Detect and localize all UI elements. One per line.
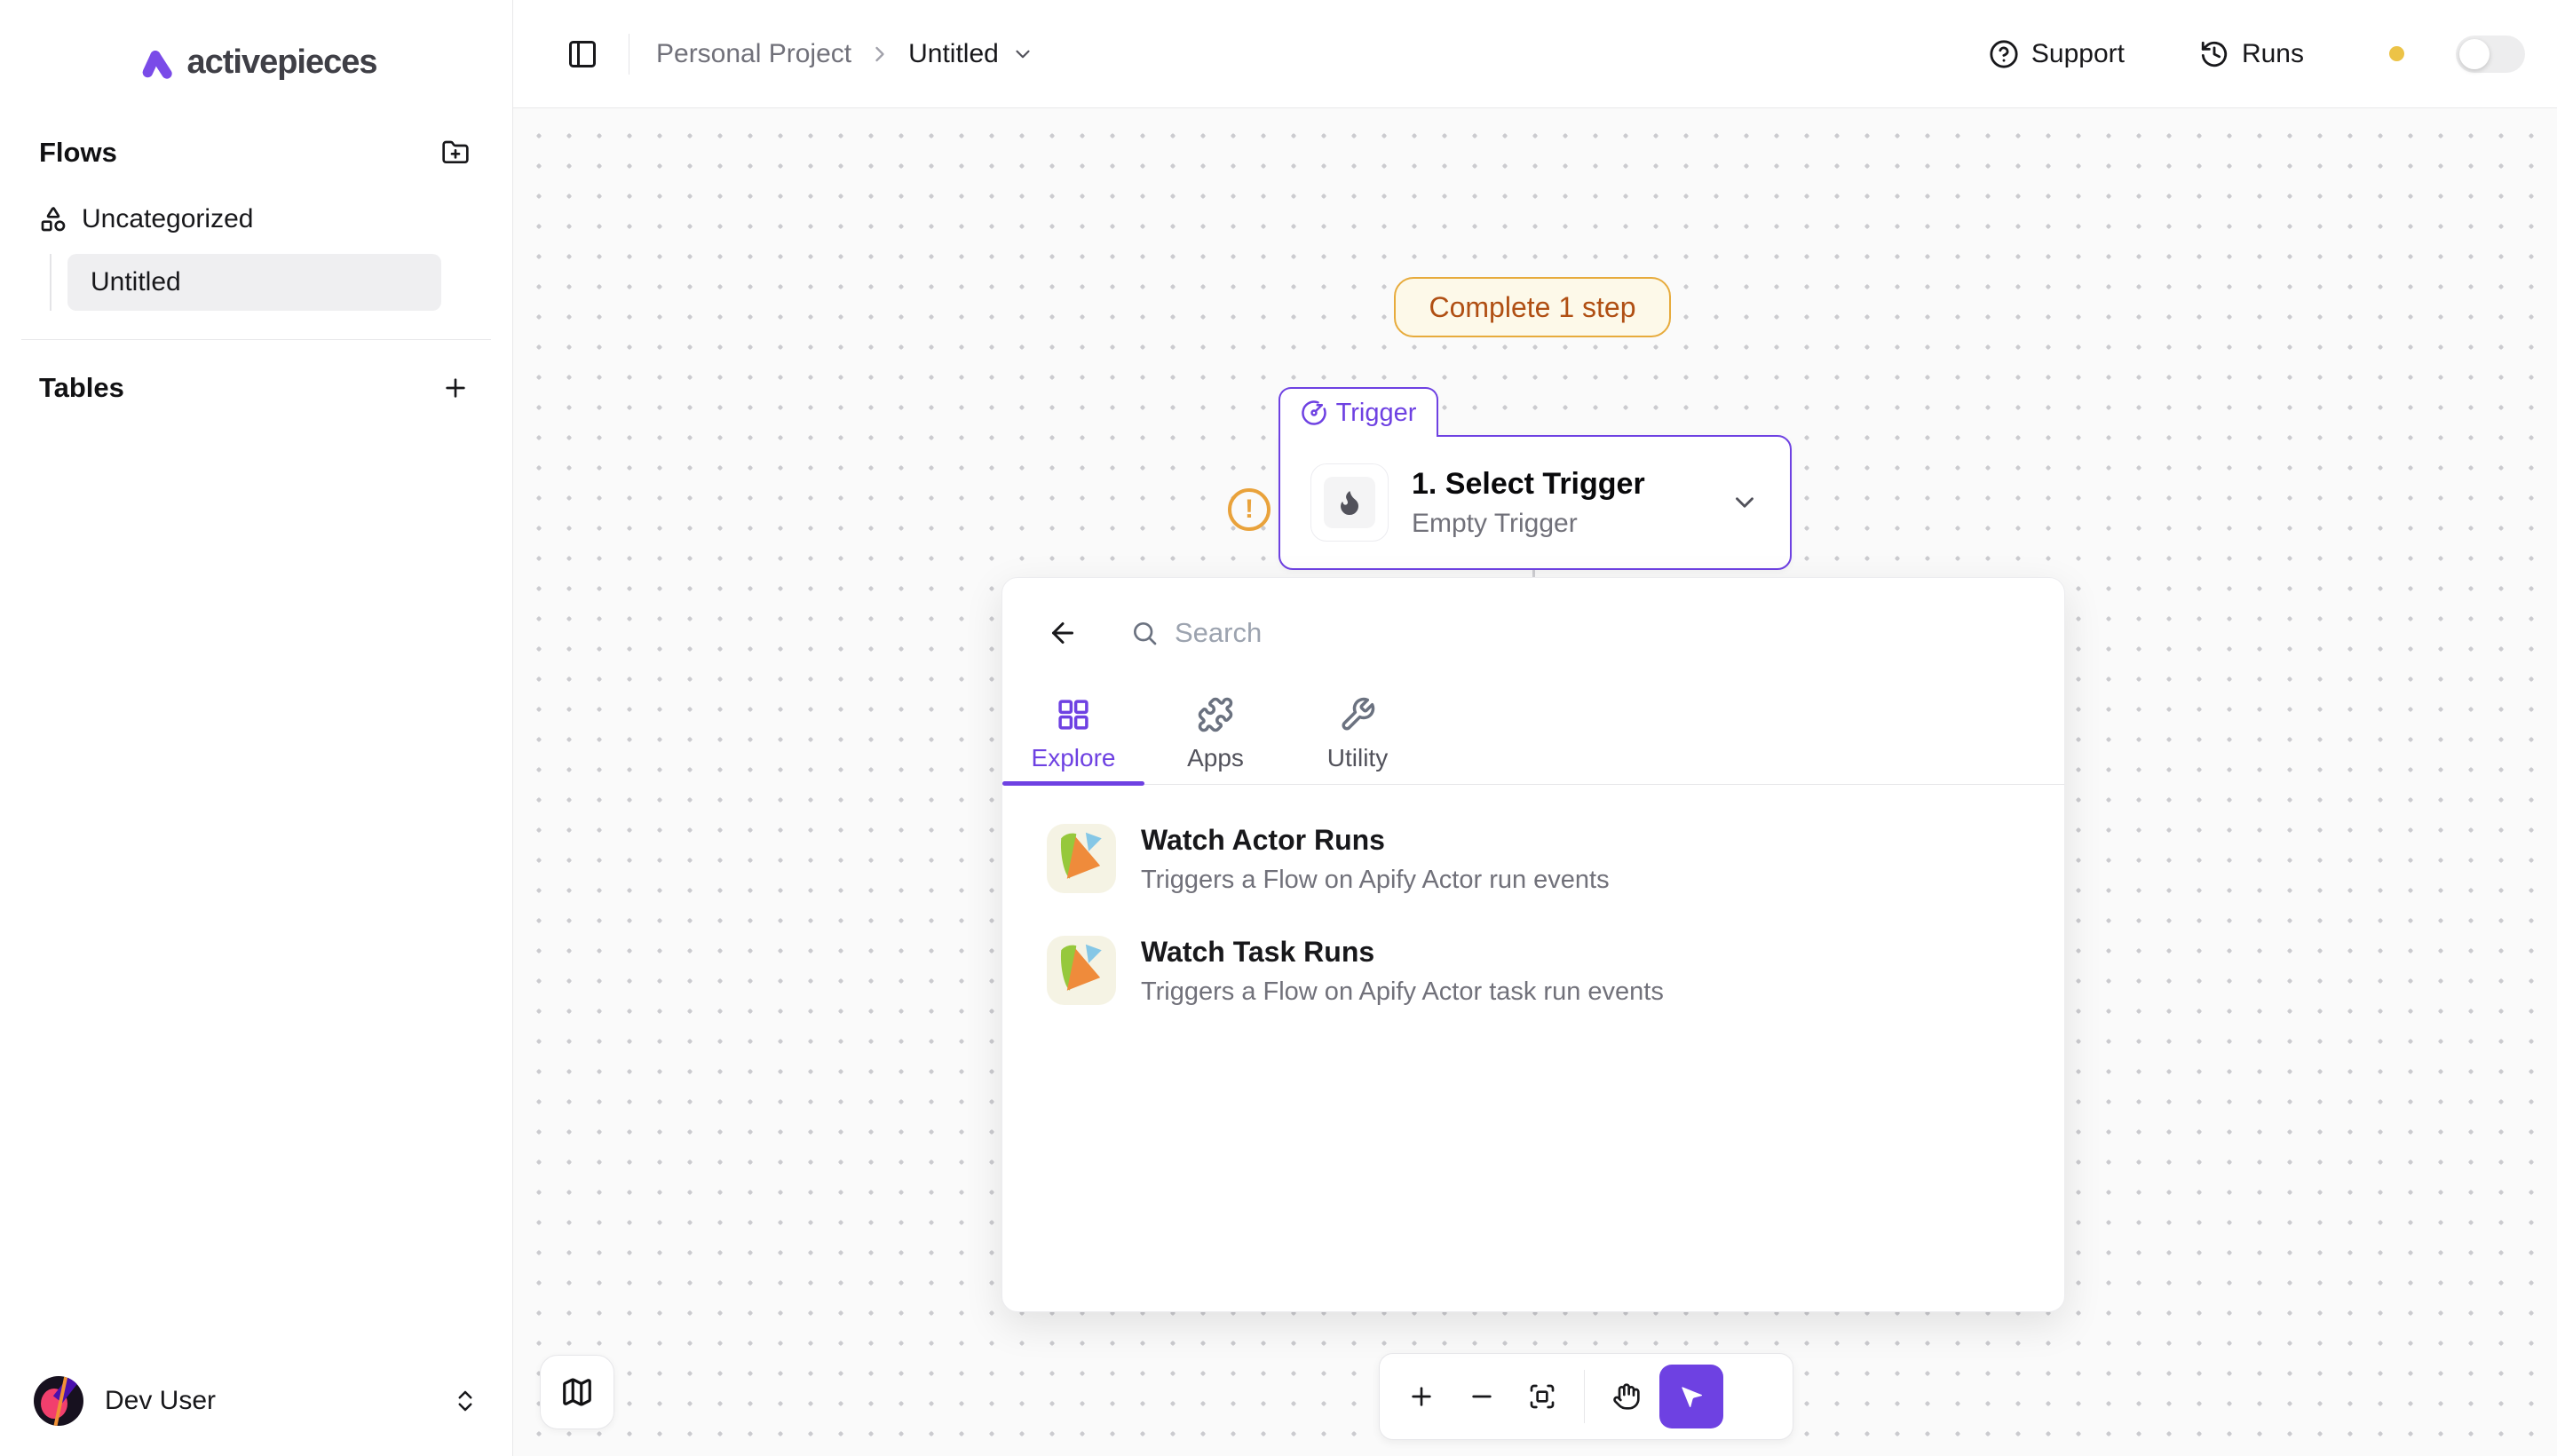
user-menu[interactable]: Dev User <box>25 1367 487 1435</box>
breadcrumb-flow-name[interactable]: Untitled <box>908 39 999 69</box>
folder-label: Uncategorized <box>82 204 253 234</box>
arrow-left-icon <box>1047 617 1079 649</box>
support-label: Support <box>2031 39 2125 69</box>
warning-badge: ! <box>1228 488 1271 531</box>
toggle-knob <box>2459 39 2490 69</box>
fit-view-icon <box>1528 1382 1556 1411</box>
sidebar-item-flow-untitled[interactable]: Untitled <box>67 254 441 311</box>
sidebar: activepieces Flows Uncategorized Untitle… <box>0 0 513 1456</box>
tab-apps[interactable]: Apps <box>1144 684 1286 784</box>
list-item-watch-task-runs[interactable]: Watch Task Runs Triggers a Flow on Apify… <box>1038 922 2029 1021</box>
pan-tool-button[interactable] <box>1599 1369 1654 1424</box>
zoom-in-button[interactable] <box>1394 1369 1449 1424</box>
sidebar-divider <box>21 339 491 340</box>
select-tool-button[interactable] <box>1659 1365 1723 1428</box>
draft-status-dot <box>2389 46 2404 61</box>
tab-apps-label: Apps <box>1187 744 1244 772</box>
plus-icon <box>441 374 470 402</box>
panel-left-icon <box>566 38 598 70</box>
support-button[interactable]: Support <box>1989 39 2125 69</box>
gauge-icon <box>1301 400 1327 426</box>
flows-heading: Flows <box>39 137 117 169</box>
app-logo: activepieces <box>0 36 512 89</box>
history-icon <box>2199 39 2229 69</box>
piece-title: Watch Task Runs <box>1141 936 1664 969</box>
apify-logo-icon <box>1047 824 1116 893</box>
sidebar-item-uncategorized[interactable]: Uncategorized <box>0 199 512 240</box>
breadcrumb: Personal Project Untitled <box>656 39 1034 69</box>
toolbar-divider <box>1584 1370 1585 1423</box>
canvas-toolbar <box>1379 1353 1793 1440</box>
flow-enabled-toggle[interactable] <box>2456 36 2525 73</box>
minus-icon <box>1468 1382 1496 1411</box>
list-item-watch-actor-runs[interactable]: Watch Actor Runs Triggers a Flow on Apif… <box>1038 810 2029 909</box>
piece-description: Triggers a Flow on Apify Actor task run … <box>1141 977 1664 1007</box>
chevron-down-icon[interactable] <box>1011 43 1034 66</box>
cursor-icon <box>1677 1382 1706 1411</box>
chevrons-up-down-icon <box>452 1388 479 1414</box>
complete-step-badge[interactable]: Complete 1 step <box>1394 277 1671 337</box>
fit-view-button[interactable] <box>1515 1369 1570 1424</box>
wrench-icon <box>1339 696 1376 733</box>
piece-title: Watch Actor Runs <box>1141 824 1610 857</box>
activepieces-mark-icon <box>135 42 176 83</box>
step-icon-frame <box>1310 463 1389 542</box>
tab-explore-label: Explore <box>1032 744 1116 772</box>
breadcrumb-project[interactable]: Personal Project <box>656 39 851 69</box>
trigger-step-node[interactable]: 1. Select Trigger Empty Trigger <box>1278 435 1792 570</box>
map-icon <box>560 1375 594 1409</box>
flow-canvas[interactable]: Complete 1 step Trigger ! 1. Select Trig… <box>513 108 2557 1456</box>
new-folder-button[interactable] <box>438 135 473 170</box>
piece-description: Triggers a Flow on Apify Actor run event… <box>1141 866 1610 895</box>
apify-logo-icon <box>1047 936 1116 1005</box>
tables-heading: Tables <box>39 372 124 404</box>
exclamation-glyph: ! <box>1245 495 1254 525</box>
chevron-right-icon <box>867 42 892 67</box>
shapes-icon <box>39 205 67 233</box>
grid-icon <box>1055 696 1092 733</box>
add-table-button[interactable] <box>438 370 473 406</box>
flame-icon <box>1324 477 1375 528</box>
toggle-sidebar-button[interactable] <box>563 35 602 74</box>
folder-plus-icon <box>441 138 470 167</box>
help-circle-icon <box>1989 39 2019 69</box>
step-title: 1. Select Trigger <box>1412 467 1645 502</box>
user-name: Dev User <box>105 1386 216 1416</box>
popup-tabs: Explore Apps Utility <box>1002 684 2064 785</box>
plus-icon <box>1407 1382 1436 1411</box>
chevron-down-icon[interactable] <box>1730 487 1760 518</box>
avatar <box>34 1376 83 1426</box>
minimap-toggle-button[interactable] <box>540 1355 614 1429</box>
app-logo-text: activepieces <box>186 44 376 82</box>
puzzle-icon <box>1197 696 1234 733</box>
runs-label: Runs <box>2242 39 2304 69</box>
topbar: Personal Project Untitled Support <box>513 0 2557 108</box>
piece-list: Watch Actor Runs Triggers a Flow on Apif… <box>1002 785 2064 1058</box>
zoom-out-button[interactable] <box>1454 1369 1509 1424</box>
search-icon <box>1130 619 1159 647</box>
tab-utility-label: Utility <box>1327 744 1388 772</box>
tab-explore[interactable]: Explore <box>1002 684 1144 784</box>
step-subtitle: Empty Trigger <box>1412 509 1645 539</box>
tree-indent-line <box>50 254 51 311</box>
piece-selector-popup: Explore Apps Utility <box>1001 577 2065 1312</box>
hand-icon <box>1612 1382 1641 1411</box>
trigger-tab: Trigger <box>1278 387 1438 437</box>
search-input[interactable] <box>1175 617 2025 649</box>
back-button[interactable] <box>1043 613 1082 653</box>
runs-button[interactable]: Runs <box>2199 39 2304 69</box>
trigger-tab-label: Trigger <box>1336 399 1417 428</box>
tab-utility[interactable]: Utility <box>1286 684 1429 784</box>
